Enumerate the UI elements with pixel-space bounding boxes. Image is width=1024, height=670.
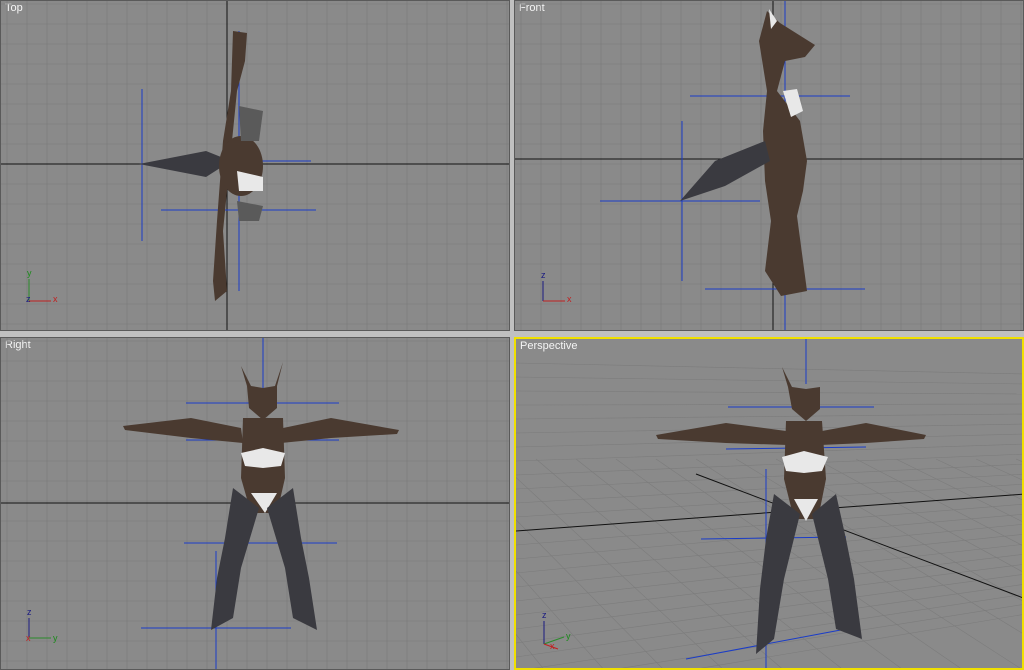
grid-line: [975, 458, 1022, 481]
axis-label-x: x: [26, 633, 31, 643]
grid-line: [516, 403, 1022, 406]
character-model-top: [139, 31, 263, 301]
viewport-front[interactable]: Front z x: [514, 0, 1024, 331]
viewport-top-canvas: y z x: [1, 1, 509, 330]
character-model-perspective: [656, 361, 926, 654]
grid-line: [516, 443, 1022, 462]
viewport-perspective-canvas: z x y: [516, 339, 1022, 668]
axis-label-y: y: [566, 631, 571, 641]
viewport-perspective[interactable]: Perspective z x y: [514, 337, 1024, 670]
axis-label-z: z: [542, 610, 547, 620]
character-model-front: [680, 9, 815, 296]
viewport-top[interactable]: Top y z x: [0, 0, 510, 331]
grid-line: [516, 633, 544, 668]
grid-line: [516, 463, 1022, 490]
viewport-front-canvas: z x: [515, 1, 1023, 330]
grid-line: [516, 519, 663, 668]
character-model-right: [123, 362, 399, 630]
viewport-right-canvas: z x y: [1, 338, 509, 669]
axis-tripod-top: y z x: [26, 268, 58, 304]
grid-line: [895, 458, 1022, 522]
axis-label-x: x: [53, 294, 58, 304]
axis-tripod-front: z x: [541, 270, 572, 304]
axis-tripod-right: z x y: [26, 607, 58, 643]
axis-label-x: x: [567, 294, 572, 304]
axis-label-y: y: [53, 633, 58, 643]
grid-line: [935, 458, 1022, 501]
grid-line: [516, 362, 1022, 375]
axis-label-x: x: [550, 641, 555, 651]
axis-label-y: y: [27, 268, 32, 278]
axis-label-z: z: [541, 270, 546, 280]
grid-line: [516, 390, 1022, 395]
grid-line: [516, 483, 1022, 518]
axis-label-z: z: [27, 607, 32, 617]
grid-line: [516, 473, 1022, 504]
axis-label-z: z: [26, 294, 31, 304]
grid-line: [535, 458, 782, 668]
world-axis-y: [695, 473, 1022, 599]
grid-line: [516, 413, 1022, 420]
grid-line: [516, 477, 723, 668]
viewport-right[interactable]: Right z x y: [0, 337, 510, 670]
grid-line: [516, 376, 1022, 385]
